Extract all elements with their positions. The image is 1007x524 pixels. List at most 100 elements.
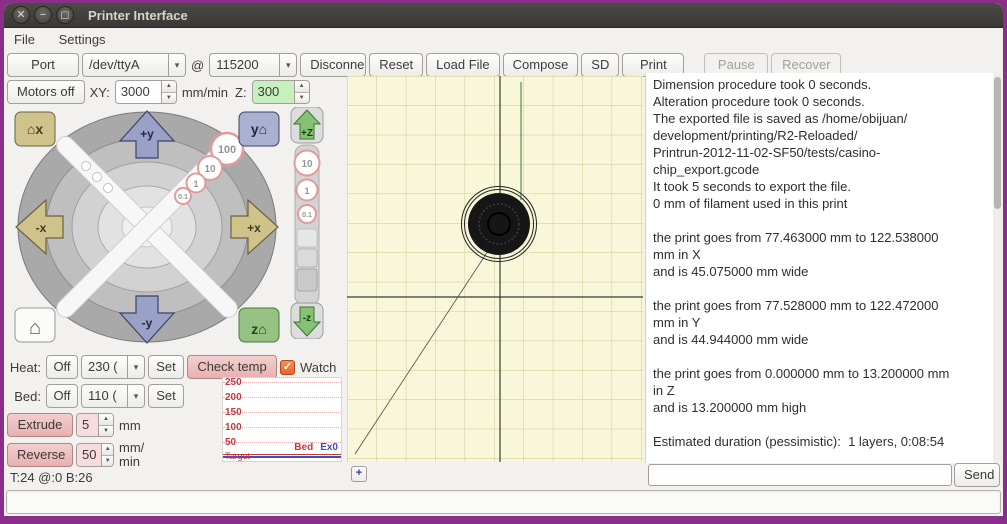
port-button[interactable]: Port (7, 53, 79, 77)
chevron-down-icon[interactable]: ▾ (279, 54, 296, 76)
graph-tick-100: 100 (225, 422, 242, 433)
spin-down-icon[interactable]: ▼ (161, 92, 176, 103)
spin-up-icon[interactable]: ▲ (161, 81, 176, 93)
menu-settings[interactable]: Settings (49, 28, 116, 51)
xy-feed-value: 3000 (120, 84, 150, 99)
command-input[interactable] (648, 464, 952, 486)
viewer-grid (347, 76, 643, 462)
spin-up-icon[interactable]: ▲ (99, 414, 113, 426)
reset-button[interactable]: Reset (369, 53, 424, 77)
spin-up-icon[interactable]: ▲ (294, 81, 309, 93)
log-scrollbar-thumb[interactable] (994, 77, 1001, 209)
chevron-down-icon[interactable]: ▾ (168, 54, 185, 76)
legend-target: Target (225, 451, 251, 461)
gcode-viewer[interactable] (347, 76, 643, 462)
bed-temp-value: 110 ( (88, 388, 117, 403)
bed-temp-select[interactable]: 110 ( ▾ (81, 384, 145, 408)
heater-row: Heat: Off 230 ( ▾ Set Check temp ✓ Watch (7, 355, 338, 379)
jog-minus-x-label: -x (36, 221, 47, 235)
legend-bed: Bed (294, 442, 314, 453)
spin-down-icon[interactable]: ▼ (102, 455, 113, 466)
xy-feed-stepper[interactable]: 3000 ▲ ▼ (114, 80, 177, 104)
load-file-button[interactable]: Load File (426, 53, 500, 77)
graph-tick-200: 200 (225, 392, 242, 403)
z-step-01-label: 0.1 (302, 212, 312, 219)
motors-off-button[interactable]: Motors off (7, 80, 85, 104)
spin-up-icon[interactable]: ▲ (102, 444, 113, 456)
port-select-value: /dev/ttyA (89, 57, 140, 72)
send-button[interactable]: Send (954, 463, 1000, 487)
z-track-segment[interactable] (296, 228, 318, 248)
motion-row: Motors off XY: 3000 ▲ ▼ mm/min Z: 300 ▲ … (7, 80, 310, 104)
extrude-row: Extrude 5 ▲ ▼ mm (7, 413, 143, 437)
jog-step-100-label: 100 (218, 144, 236, 156)
disconnect-button[interactable]: Disconne (300, 53, 367, 77)
close-icon[interactable]: ✕ (12, 6, 30, 24)
baud-select[interactable]: 115200 ▾ (209, 53, 298, 77)
z-feed-stepper[interactable]: 300 ▲ ▼ (251, 80, 310, 104)
reverse-button[interactable]: Reverse (7, 443, 73, 467)
watch-label: Watch (300, 359, 337, 375)
extrude-length-value: 5 (77, 414, 98, 436)
menu-file[interactable]: File (4, 28, 45, 51)
jog-step-01-label: 0.1 (178, 194, 188, 201)
extrude-button[interactable]: Extrude (7, 413, 73, 437)
heat-off-button[interactable]: Off (46, 355, 78, 379)
reverse-unit-label: mm/ min (119, 440, 145, 469)
home-x-icon: ⌂x (27, 121, 43, 137)
baud-at-label: @ (191, 57, 205, 73)
watch-checkbox[interactable]: ✓ (280, 359, 295, 375)
heat-temp-select[interactable]: 230 ( ▾ (81, 355, 145, 379)
bed-off-button[interactable]: Off (46, 384, 78, 408)
jog-step-10-label: 10 (204, 164, 216, 175)
reverse-row: Reverse 50 ▲ ▼ mm/ min (7, 441, 146, 469)
spin-down-icon[interactable]: ▼ (99, 425, 113, 436)
spin-down-icon[interactable]: ▼ (294, 92, 309, 103)
check-temp-button[interactable]: Check temp (187, 355, 277, 379)
graph-legend: Bed Ex0 (294, 442, 338, 453)
z-minus-label: -z (303, 313, 311, 324)
status-bar (6, 490, 1001, 514)
app-window: ✕ − ◻ Printer Interface File Settings Po… (4, 3, 1003, 516)
heat-label: Heat: (9, 359, 41, 375)
sd-button[interactable]: SD (581, 53, 620, 77)
baud-select-value: 115200 (216, 57, 259, 72)
bed-set-button[interactable]: Set (148, 384, 184, 408)
jog-step-1-label: 1 (193, 179, 198, 189)
chevron-down-icon[interactable]: ▾ (127, 385, 144, 407)
z-track-segment[interactable] (296, 268, 318, 292)
menubar: File Settings (4, 28, 1003, 52)
heat-set-button[interactable]: Set (148, 355, 184, 379)
jog-dot (92, 172, 102, 182)
home-y-icon: y⌂ (251, 121, 267, 137)
graph-tick-50: 50 (225, 437, 237, 448)
z-feed-value: 300 (252, 81, 294, 103)
z-track-segment[interactable] (296, 248, 318, 268)
graph-tick-150: 150 (225, 407, 242, 418)
extrude-length-stepper[interactable]: 5 ▲ ▼ (76, 413, 114, 437)
z-feed-label: Z: (235, 84, 247, 100)
chevron-down-icon[interactable]: ▾ (127, 356, 144, 378)
port-select[interactable]: /dev/ttyA ▾ (82, 53, 186, 77)
extrude-unit-label: mm (119, 417, 141, 433)
print-infill (468, 193, 530, 255)
reverse-speed-stepper[interactable]: 50 ▲ ▼ (76, 443, 114, 467)
bed-row: Bed: Off 110 ( ▾ Set (7, 384, 184, 408)
viewer-zoom-in-button[interactable]: + (351, 466, 367, 482)
heat-temp-value: 230 ( (88, 359, 118, 374)
titlebar: ✕ − ◻ Printer Interface (4, 3, 1003, 28)
z-jog-column[interactable]: +Z 10 1 0.1 -z (285, 107, 329, 339)
reverse-speed-value: 50 (77, 444, 102, 466)
graph-tick-250: 250 (225, 377, 242, 388)
temperature-graph: 250 200 150 100 50 Bed Ex0 Target (222, 377, 342, 462)
jog-minus-y-label: -y (142, 316, 153, 330)
jog-pad[interactable]: 100 10 1 0.1 +y -y -x +x ⌂x y⌂ ⌂ z⌂ (9, 106, 285, 348)
jog-plus-x-label: +x (247, 221, 261, 235)
compose-button[interactable]: Compose (502, 53, 579, 77)
minimize-icon[interactable]: − (34, 6, 52, 24)
log-scrollbar[interactable] (993, 74, 1002, 462)
jog-dot (81, 161, 91, 171)
maximize-icon[interactable]: ◻ (56, 6, 74, 24)
z-step-10-label: 10 (301, 159, 313, 170)
home-z-icon: z⌂ (251, 321, 266, 337)
